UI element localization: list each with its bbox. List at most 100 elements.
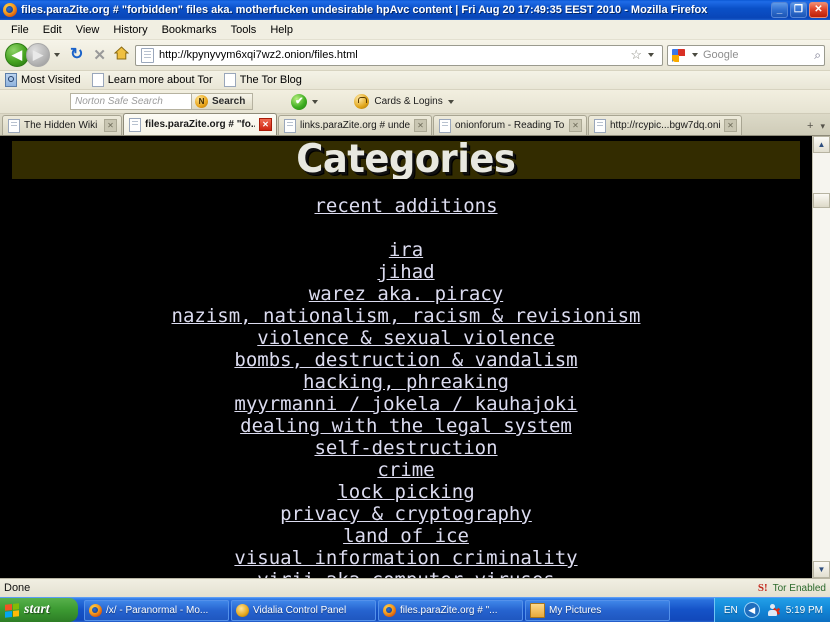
category-link-nazism-nationalism-racism-revisionism[interactable]: nazism, nationalism, racism & revisionis… bbox=[0, 305, 812, 327]
tab-close-icon[interactable]: ✕ bbox=[259, 118, 272, 131]
category-link-bombs-destruction-vandalism[interactable]: bombs, destruction & vandalism bbox=[0, 349, 812, 371]
status-text: Done bbox=[4, 582, 31, 594]
category-link-hacking-phreaking[interactable]: hacking, phreaking bbox=[0, 371, 812, 393]
taskbar-item-vidalia-control-panel[interactable]: Vidalia Control Panel bbox=[231, 599, 376, 621]
tab-favicon-icon bbox=[129, 117, 141, 132]
window-titlebar: files.paraZite.org # "forbidden" files a… bbox=[0, 0, 830, 20]
tab-list-dropdown-icon[interactable]: ▾ bbox=[820, 121, 825, 132]
taskbar-clock[interactable]: 5:19 PM bbox=[786, 605, 823, 616]
category-link-jihad[interactable]: jihad bbox=[0, 261, 812, 283]
vidalia-onion-icon bbox=[236, 603, 249, 617]
menu-item-edit[interactable]: Edit bbox=[36, 22, 69, 38]
category-link-myyrmanni-jokela-kauhajoki[interactable]: myyrmanni / jokela / kauhajoki bbox=[0, 393, 812, 415]
category-link-recent-additions[interactable]: recent additions bbox=[0, 195, 812, 217]
minimize-button[interactable]: _ bbox=[771, 2, 788, 18]
scroll-up-button[interactable]: ▲ bbox=[813, 136, 830, 153]
tab-close-icon[interactable]: ✕ bbox=[104, 119, 117, 132]
category-link-dealing-with-the-legal-system[interactable]: dealing with the legal system bbox=[0, 415, 812, 437]
close-button[interactable]: ✕ bbox=[809, 2, 828, 18]
tab-close-icon[interactable]: ✕ bbox=[569, 119, 582, 132]
category-link-list: recent additions ira jihad warez aka. pi… bbox=[0, 179, 812, 578]
tab-links-parazite-org[interactable]: links.paraZite.org # underg... ✕ bbox=[278, 115, 432, 135]
bookmark-learn-more-about-tor[interactable]: Learn more about Tor bbox=[91, 73, 213, 87]
status-bar: Done S! Tor Enabled bbox=[0, 578, 830, 597]
stop-button[interactable]: ✕ bbox=[88, 48, 111, 63]
maximize-button[interactable]: ❐ bbox=[790, 2, 807, 18]
history-dropdown-icon[interactable] bbox=[54, 53, 60, 57]
norton-safe-dropdown-icon[interactable] bbox=[312, 99, 319, 104]
network-status-icon[interactable]: ✖ bbox=[766, 603, 781, 618]
menu-item-file[interactable]: File bbox=[4, 22, 36, 38]
category-link-warez-aka-piracy[interactable]: warez aka. piracy bbox=[0, 283, 812, 305]
search-icon[interactable]: ⌕ bbox=[814, 48, 821, 63]
bookmark-most-visited[interactable]: Most Visited bbox=[5, 73, 81, 87]
category-link-ira[interactable]: ira bbox=[0, 239, 812, 261]
category-link-visual-information-criminality[interactable]: visual information criminality bbox=[0, 547, 812, 569]
scrollbar-track[interactable] bbox=[813, 153, 830, 561]
tab-label: files.paraZite.org # "fo... bbox=[145, 119, 255, 130]
category-link-privacy-cryptography[interactable]: privacy & cryptography bbox=[0, 503, 812, 525]
category-link-violence-sexual-violence[interactable]: violence & sexual violence bbox=[0, 327, 812, 349]
bookmark-the-tor-blog[interactable]: The Tor Blog bbox=[223, 73, 302, 87]
taskbar-items: /x/ - Paranormal - Mo... Vidalia Control… bbox=[84, 599, 714, 621]
category-link-virii-aka-computer-viruses[interactable]: virii aka computer viruses bbox=[0, 569, 812, 578]
scroll-down-button[interactable]: ▼ bbox=[813, 561, 830, 578]
forward-button[interactable]: ▶ bbox=[26, 43, 50, 67]
tab-close-icon[interactable]: ✕ bbox=[724, 119, 737, 132]
scrollbar-thumb[interactable] bbox=[813, 193, 830, 208]
taskbar-item-label: Vidalia Control Panel bbox=[253, 604, 347, 616]
google-icon bbox=[672, 48, 685, 62]
taskbar-item-my-pictures[interactable]: My Pictures bbox=[525, 599, 670, 621]
cards-logins-label: Cards & Logins bbox=[374, 96, 443, 107]
norton-cards-logins-button[interactable]: Cards & Logins bbox=[354, 94, 454, 109]
home-button[interactable] bbox=[111, 46, 135, 64]
tab-files-parazite-org[interactable]: files.paraZite.org # "fo... ✕ bbox=[123, 113, 277, 135]
tab-onionforum[interactable]: onionforum - Reading Topic... ✕ bbox=[433, 115, 587, 135]
urlbar-dropdown-icon[interactable] bbox=[648, 53, 654, 57]
norton-search-button[interactable]: N Search bbox=[192, 93, 254, 110]
url-bar[interactable]: http://kpynyvym6xqi7wz2.onion/files.html… bbox=[134, 44, 663, 66]
taskbar-item-paranormal[interactable]: /x/ - Paranormal - Mo... bbox=[84, 599, 229, 621]
new-tab-icon[interactable]: + bbox=[807, 120, 813, 132]
taskbar-item-label: /x/ - Paranormal - Mo... bbox=[106, 604, 209, 616]
language-indicator[interactable]: EN bbox=[724, 605, 738, 616]
start-button[interactable]: start bbox=[0, 598, 78, 622]
tab-favicon-icon bbox=[284, 118, 296, 133]
bookmark-star-icon[interactable]: ☆ bbox=[630, 47, 642, 63]
vertical-scrollbar[interactable]: ▲ ▼ bbox=[812, 136, 830, 578]
home-icon bbox=[113, 46, 130, 60]
tab-the-hidden-wiki[interactable]: The Hidden Wiki ✕ bbox=[2, 115, 122, 135]
norton-safe-status-icon[interactable]: ✔ bbox=[291, 93, 308, 110]
category-link-crime[interactable]: crime bbox=[0, 459, 812, 481]
category-link-lock-picking[interactable]: lock picking bbox=[0, 481, 812, 503]
menu-item-tools[interactable]: Tools bbox=[224, 22, 264, 38]
firefox-icon bbox=[383, 603, 396, 617]
cards-logins-dropdown-icon[interactable] bbox=[447, 99, 454, 104]
tab-label: http://rcypic...bgw7dq.onion/ bbox=[610, 120, 720, 131]
taskbar-item-files-parazite[interactable]: files.paraZite.org # "... bbox=[378, 599, 523, 621]
web-page: Categories recent additions ira jihad wa… bbox=[0, 136, 812, 578]
bookmarks-toolbar: Most Visited Learn more about Tor The To… bbox=[0, 71, 830, 90]
search-input[interactable]: Google bbox=[703, 49, 814, 61]
reload-button[interactable]: ↻ bbox=[65, 47, 88, 63]
tor-status-label[interactable]: Tor Enabled bbox=[773, 583, 826, 594]
search-engine-dropdown-icon[interactable] bbox=[692, 53, 698, 57]
noscript-icon[interactable]: S! bbox=[758, 582, 768, 594]
tab-rcypic-onion[interactable]: http://rcypic...bgw7dq.onion/ ✕ bbox=[588, 115, 742, 135]
page-icon bbox=[91, 73, 104, 87]
menu-item-help[interactable]: Help bbox=[263, 22, 300, 38]
menu-item-history[interactable]: History bbox=[106, 22, 154, 38]
category-link-self-destruction[interactable]: self-destruction bbox=[0, 437, 812, 459]
show-hidden-icons-icon[interactable]: ◀ bbox=[743, 602, 760, 618]
page-title: Categories bbox=[296, 141, 516, 179]
category-link-land-of-ice[interactable]: land of ice bbox=[0, 525, 812, 547]
bookmark-label: Most Visited bbox=[21, 74, 81, 86]
tab-close-icon[interactable]: ✕ bbox=[414, 119, 427, 132]
menu-item-view[interactable]: View bbox=[69, 22, 107, 38]
search-bar[interactable]: Google ⌕ bbox=[667, 44, 825, 66]
menu-item-bookmarks[interactable]: Bookmarks bbox=[155, 22, 224, 38]
norton-safe-search-input[interactable]: Norton Safe Search bbox=[70, 93, 192, 110]
maximize-icon: ❐ bbox=[794, 4, 803, 15]
page-banner: Categories bbox=[12, 141, 800, 179]
tab-label: onionforum - Reading Topic... bbox=[455, 120, 565, 131]
